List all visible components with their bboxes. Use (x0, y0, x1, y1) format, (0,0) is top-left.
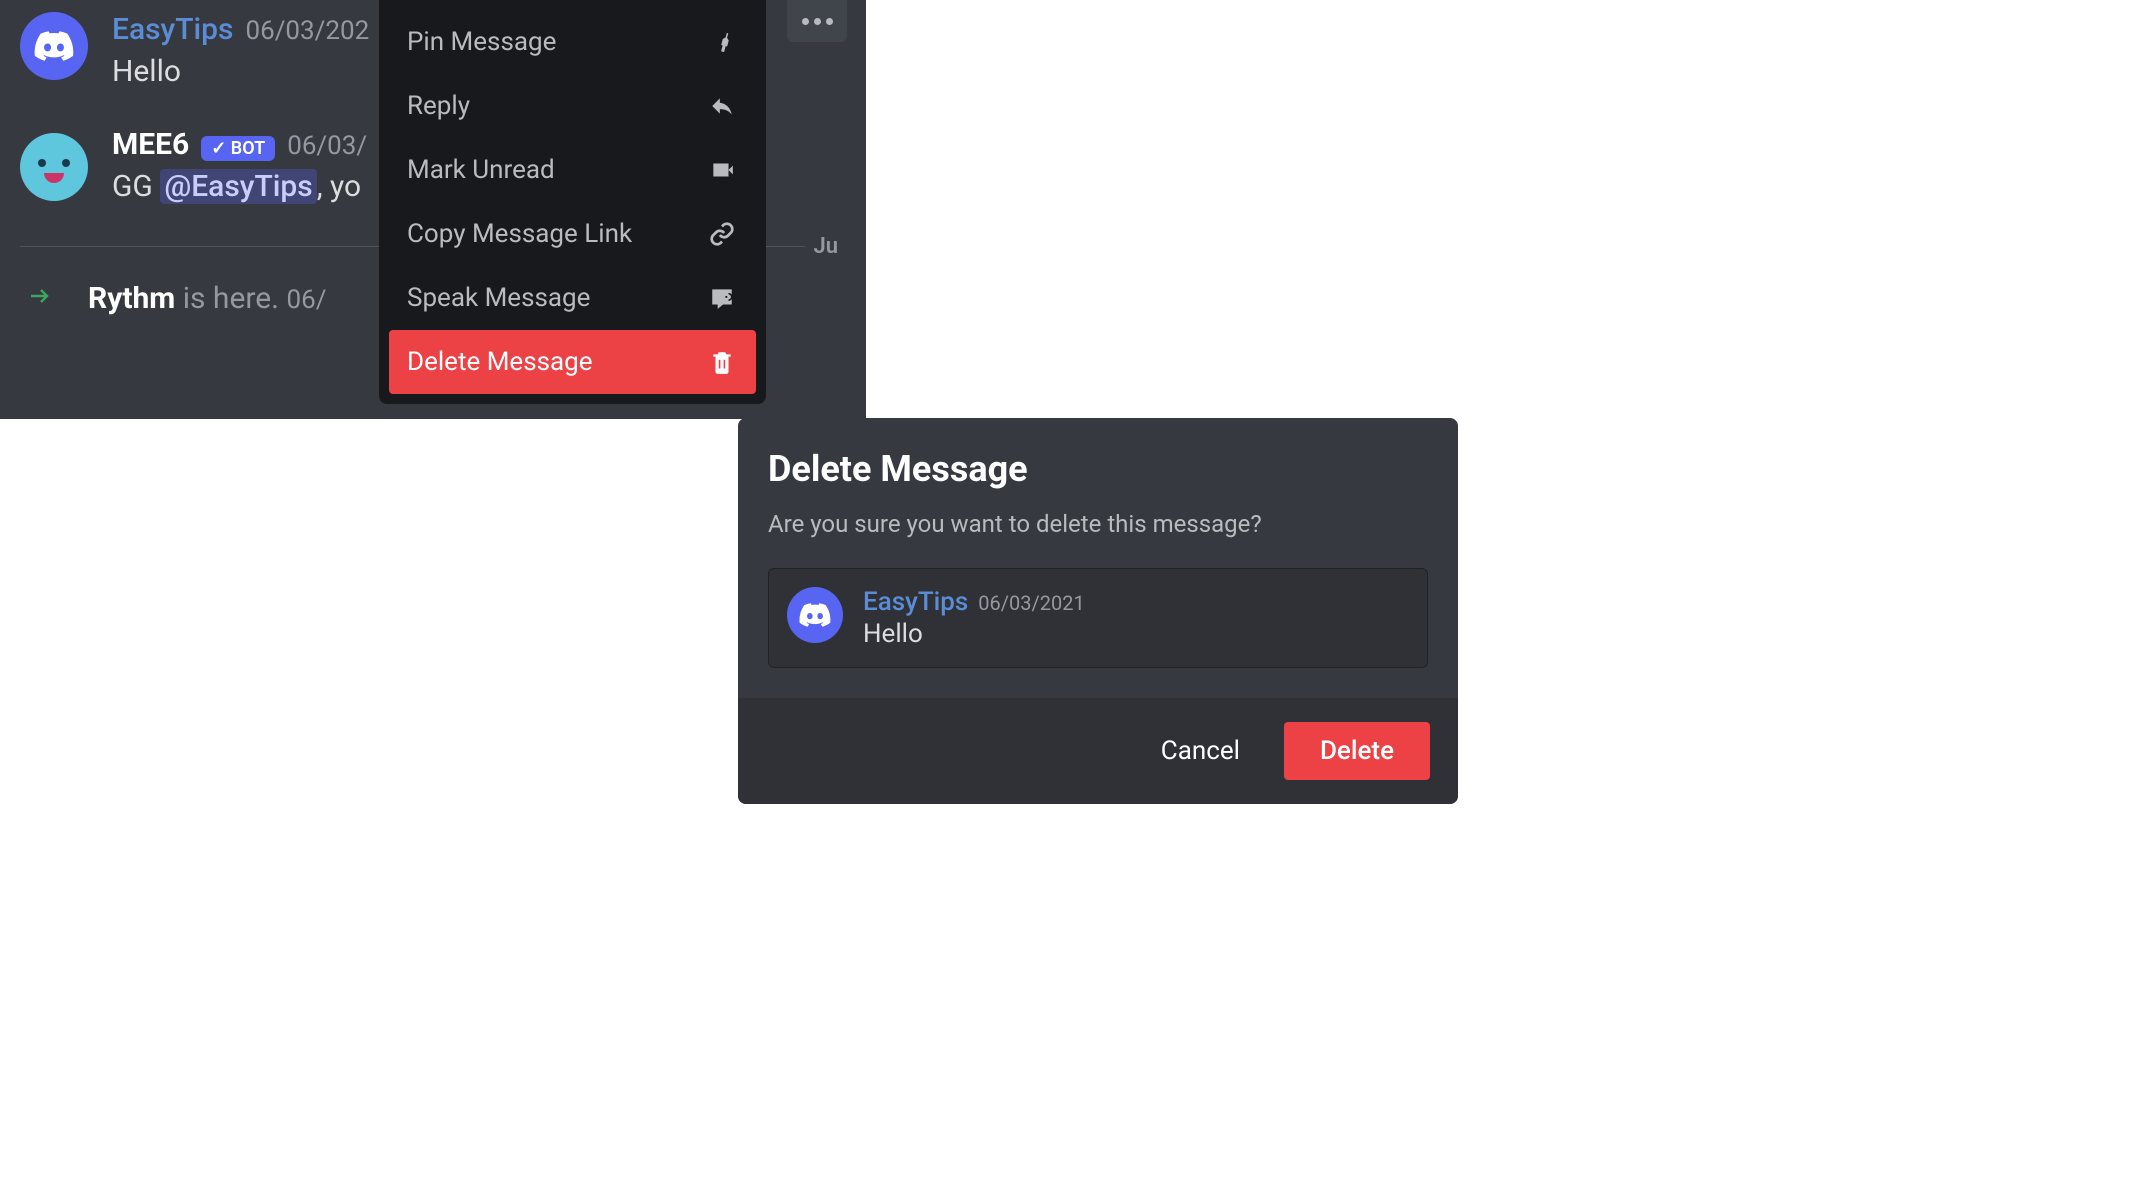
menu-reply[interactable]: Reply (389, 74, 756, 138)
avatar-discord-icon (787, 587, 843, 643)
menu-delete-message[interactable]: Delete Message (389, 330, 756, 394)
delete-button[interactable]: Delete (1284, 722, 1430, 780)
dot-icon (814, 18, 821, 25)
username[interactable]: MEE6 (112, 127, 189, 162)
trash-icon (706, 346, 738, 378)
divider-label: Ju (805, 234, 846, 259)
timestamp: 06/03/ (287, 131, 367, 161)
preview-header: EasyTips 06/03/2021 (863, 587, 1409, 617)
preview-timestamp: 06/03/2021 (978, 591, 1084, 615)
more-button[interactable] (787, 0, 847, 42)
bot-badge: ✓ BOT (201, 136, 275, 161)
modal-title: Delete Message (768, 448, 1428, 490)
menu-label: Speak Message (407, 283, 590, 313)
menu-speak-message[interactable]: Speak Message (389, 266, 756, 330)
unread-icon (706, 154, 738, 186)
preview-content: EasyTips 06/03/2021 Hello (863, 587, 1409, 649)
reply-icon (706, 90, 738, 122)
menu-label: Reply (407, 91, 470, 121)
dot-icon (802, 18, 809, 25)
dot-icon (826, 18, 833, 25)
menu-copy-link[interactable]: Copy Message Link (389, 202, 756, 266)
menu-label: Copy Message Link (407, 219, 632, 249)
message-preview: EasyTips 06/03/2021 Hello (768, 568, 1428, 668)
menu-label: Delete Message (407, 347, 593, 377)
menu-label: Pin Message (407, 27, 556, 57)
delete-message-modal: Delete Message Are you sure you want to … (738, 418, 1458, 804)
timestamp: 06/03/202 (245, 16, 369, 46)
modal-body: Delete Message Are you sure you want to … (738, 418, 1458, 698)
cancel-button[interactable]: Cancel (1141, 722, 1260, 780)
menu-label: Mark Unread (407, 155, 555, 185)
speak-icon (706, 282, 738, 314)
modal-footer: Cancel Delete (738, 698, 1458, 804)
join-arrow-icon (20, 282, 60, 315)
preview-text: Hello (863, 619, 1409, 649)
system-text: Rythm is here. 06/ (88, 281, 326, 316)
context-menu: Pin Message Reply Mark Unread Copy Messa… (379, 0, 766, 404)
preview-username: EasyTips (863, 587, 968, 617)
avatar-discord-icon[interactable] (20, 12, 88, 80)
username[interactable]: EasyTips (112, 12, 233, 47)
menu-pin-message[interactable]: Pin Message (389, 10, 756, 74)
link-icon (706, 218, 738, 250)
avatar-mee6-icon[interactable] (20, 133, 88, 201)
pin-icon (706, 26, 738, 58)
modal-subtitle: Are you sure you want to delete this mes… (768, 510, 1428, 538)
user-mention[interactable]: @EasyTips (160, 169, 316, 204)
menu-mark-unread[interactable]: Mark Unread (389, 138, 756, 202)
